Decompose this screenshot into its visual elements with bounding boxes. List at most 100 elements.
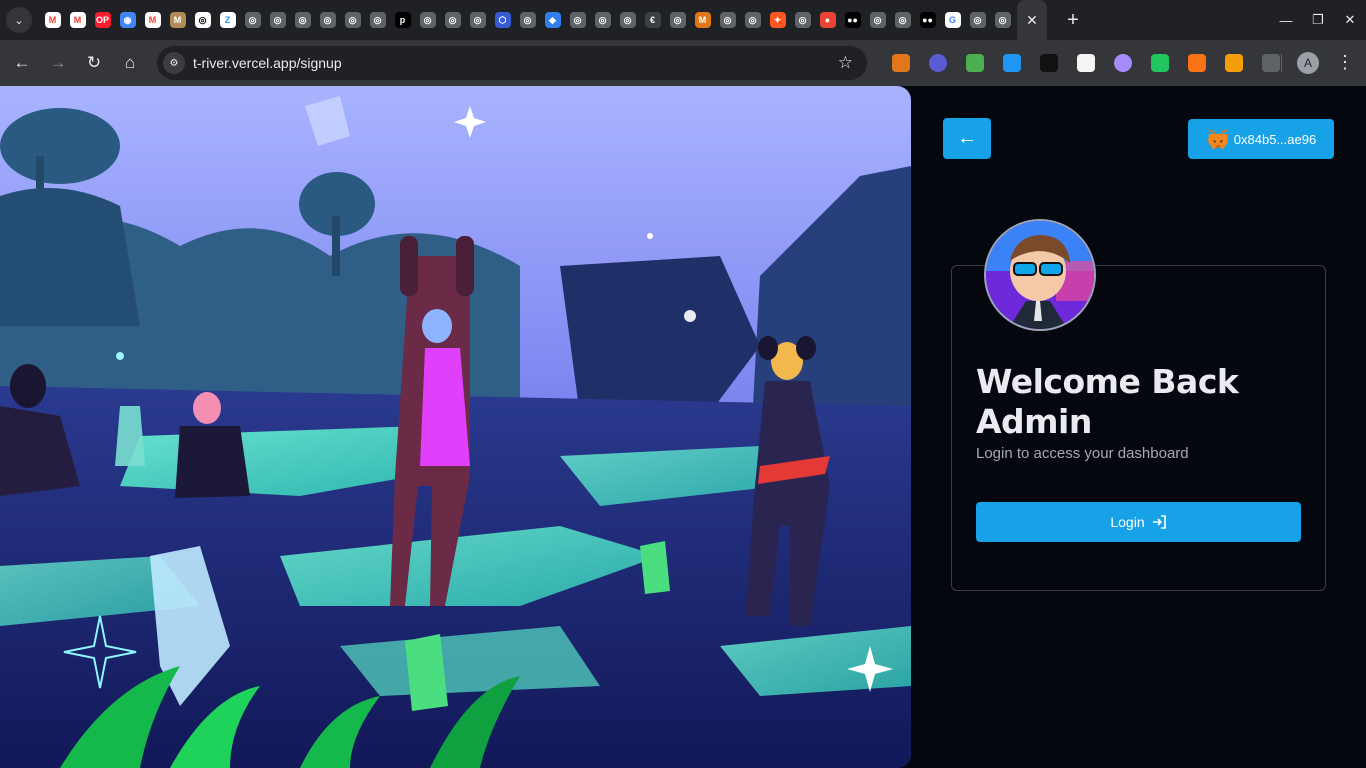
record-icon: ● <box>819 12 836 28</box>
browser-tab[interactable]: ◎ <box>440 0 465 40</box>
app-icon: ◎ <box>344 12 361 28</box>
browser-tab[interactable]: ◎ <box>340 0 365 40</box>
app-icon: ◎ <box>369 12 386 28</box>
browser-tab[interactable]: ◎ <box>865 0 890 40</box>
browser-tab[interactable]: ⬡ <box>490 0 515 40</box>
browser-tab[interactable]: € <box>640 0 665 40</box>
new-tab-button[interactable]: + <box>1061 9 1085 32</box>
browser-tab[interactable]: ◎ <box>240 0 265 40</box>
bird-extension-icon[interactable] <box>965 54 984 72</box>
browser-tab[interactable]: ◎ <box>615 0 640 40</box>
app-icon: ◎ <box>669 12 686 28</box>
bookmark-star-icon[interactable]: ☆ <box>838 53 853 73</box>
site-info-icon[interactable]: ⚙ <box>163 52 185 74</box>
shield-extension-icon[interactable] <box>1150 54 1169 72</box>
hero-illustration <box>0 86 911 768</box>
back-button[interactable]: ← <box>943 118 991 159</box>
app-icon: ◎ <box>269 12 286 28</box>
browser-tab[interactable]: M <box>65 0 90 40</box>
admin-avatar <box>984 219 1096 331</box>
euro-icon: € <box>644 12 661 28</box>
gmail-icon: M <box>144 12 161 28</box>
browser-tab[interactable]: ◆ <box>540 0 565 40</box>
browser-tab[interactable]: ◎ <box>190 0 215 40</box>
login-button[interactable]: Login <box>976 502 1301 542</box>
browser-tab-bar: ⌄ M M OP ◉ M M ◎ Z ◎ ◎ ◎ ◎ ◎ ◎ p ◎ ◎ ◎ ⬡ ◎ ◆ ◎ ◎ ◎ € ◎ M ◎ ◎ ✦ ◎ ● ●● ◎ ◎ ●… <box>0 0 1366 40</box>
app-icon: ◎ <box>794 12 811 28</box>
app-icon: ◎ <box>869 12 886 28</box>
back-nav-icon[interactable]: ← <box>8 49 36 77</box>
active-tab[interactable]: ✕ <box>1017 0 1047 40</box>
address-bar[interactable]: ⚙ t-river.vercel.app/signup ☆ <box>157 46 867 80</box>
reload-icon[interactable]: ↻ <box>80 49 108 77</box>
browser-tab[interactable]: ◎ <box>890 0 915 40</box>
wallet-connect-button[interactable]: 0x84b5...ae96 <box>1188 119 1334 159</box>
avatar-illustration <box>986 221 1094 329</box>
arrow-left-icon: ← <box>957 127 977 149</box>
app-icon: ◎ <box>469 12 486 28</box>
browser-tab[interactable]: ● <box>815 0 840 40</box>
app-icon: ◎ <box>969 12 986 28</box>
browser-tab[interactable]: ●● <box>840 0 865 40</box>
puzzle-extension-icon[interactable] <box>1261 54 1280 72</box>
browser-tab[interactable]: ◎ <box>465 0 490 40</box>
browser-tab[interactable]: ◎ <box>665 0 690 40</box>
app-icon: ◎ <box>569 12 586 28</box>
close-window-icon[interactable]: ✕ <box>1334 12 1366 28</box>
rabby-extension-icon[interactable] <box>1187 54 1206 72</box>
signup-page: ← 0x84b5...ae96 Welcome Back Admin Login… <box>0 86 1366 768</box>
close-tab-icon[interactable]: ✕ <box>1026 12 1038 29</box>
window-controls: — ❐ ✕ <box>1270 0 1366 40</box>
minimize-icon[interactable]: — <box>1270 13 1302 28</box>
browser-tab[interactable]: ◎ <box>790 0 815 40</box>
medium-icon: ●● <box>844 12 861 28</box>
browser-tab[interactable]: OP <box>90 0 115 40</box>
home-icon[interactable]: ⌂ <box>116 49 144 77</box>
tab-search-button[interactable]: ⌄ <box>6 7 32 33</box>
browser-tab[interactable]: ◎ <box>715 0 740 40</box>
url-text[interactable]: t-river.vercel.app/signup <box>193 55 342 71</box>
profile-avatar[interactable]: A <box>1297 52 1319 74</box>
browser-tab[interactable]: G <box>940 0 965 40</box>
browser-tab[interactable]: ◎ <box>515 0 540 40</box>
menu-kebab-icon[interactable]: ⋮ <box>1336 52 1354 73</box>
browser-tab[interactable]: ◎ <box>590 0 615 40</box>
welcome-line-2: Admin <box>976 402 1092 441</box>
browser-tab[interactable]: ◉ <box>115 0 140 40</box>
restore-icon[interactable]: ❐ <box>1302 12 1334 28</box>
browser-tab[interactable]: ◎ <box>315 0 340 40</box>
browser-tab[interactable]: ●● <box>915 0 940 40</box>
metamask-extension-icon[interactable] <box>891 54 910 72</box>
browser-tab[interactable]: ✦ <box>765 0 790 40</box>
screen-extension-icon[interactable] <box>1002 54 1021 72</box>
browser-tab[interactable]: ◎ <box>965 0 990 40</box>
browser-tab[interactable]: ◎ <box>415 0 440 40</box>
browser-tab[interactable]: ◎ <box>265 0 290 40</box>
browser-tab[interactable]: ◎ <box>290 0 315 40</box>
welcome-line-1: Welcome Back <box>976 362 1239 401</box>
browser-tab[interactable]: ◎ <box>365 0 390 40</box>
browser-tab[interactable]: Z <box>215 0 240 40</box>
browser-tab[interactable]: M <box>40 0 65 40</box>
app-icon: ◎ <box>994 12 1011 28</box>
login-subtitle: Login to access your dashboard <box>976 445 1189 462</box>
app-icon: ◎ <box>619 12 636 28</box>
gear-extension-icon[interactable] <box>928 54 947 72</box>
browser-tab[interactable]: M <box>165 0 190 40</box>
forward-nav-icon[interactable]: → <box>44 49 72 77</box>
opera-icon: OP <box>94 12 111 28</box>
browser-tab[interactable]: ◎ <box>740 0 765 40</box>
browser-tab[interactable]: M <box>140 0 165 40</box>
lock-extension-icon[interactable] <box>1224 54 1243 72</box>
browser-tab[interactable]: p <box>390 0 415 40</box>
app-icon: ◎ <box>744 12 761 28</box>
browser-tab[interactable]: M <box>690 0 715 40</box>
globe-icon: ◉ <box>119 12 136 28</box>
browser-tab[interactable]: ◎ <box>990 0 1015 40</box>
ghost-extension-icon[interactable] <box>1113 54 1132 72</box>
app-icon: ◎ <box>319 12 336 28</box>
browser-tab[interactable]: ◎ <box>565 0 590 40</box>
fantasy-scene-illustration <box>0 86 911 768</box>
tentacle-extension-icon[interactable] <box>1039 54 1058 72</box>
note-extension-icon[interactable] <box>1076 54 1095 72</box>
